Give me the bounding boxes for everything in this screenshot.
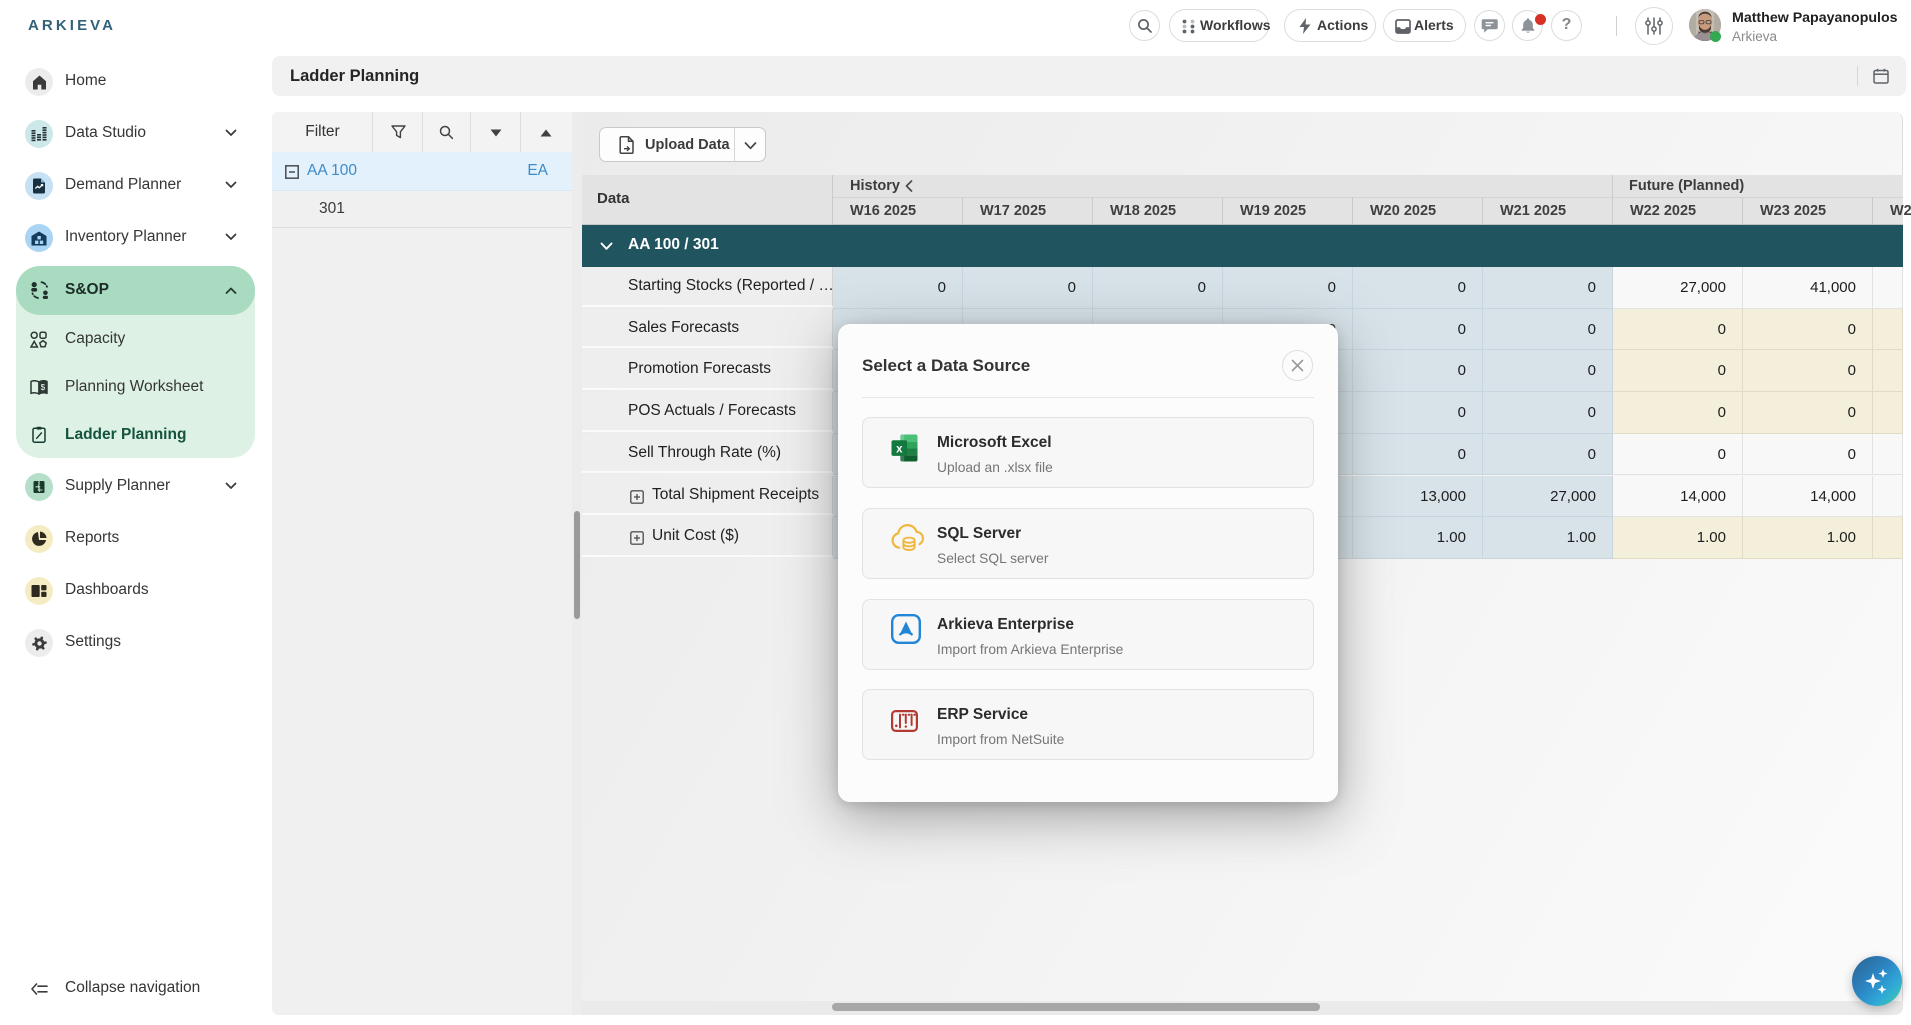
svg-text:x: x — [896, 444, 903, 456]
svg-text:$: $ — [41, 383, 46, 392]
